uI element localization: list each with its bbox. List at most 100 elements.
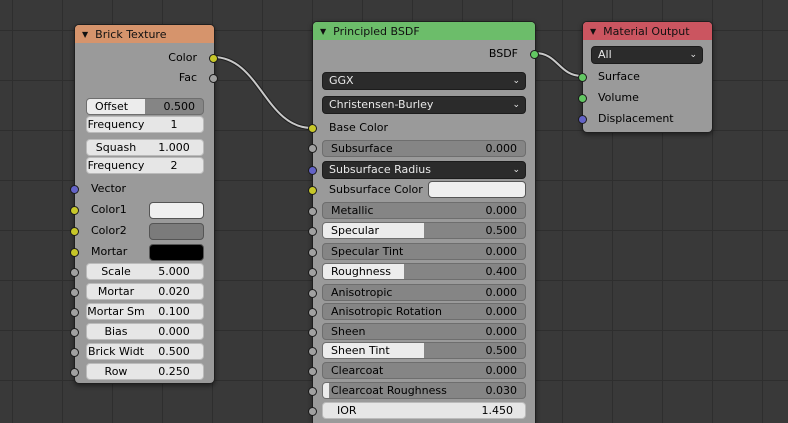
target-dropdown[interactable]: All ⌄: [591, 46, 703, 64]
sheen-tint-slider[interactable]: Sheen Tint 0.500: [322, 342, 526, 359]
collapse-arrow-icon[interactable]: ▼: [320, 27, 326, 36]
scale-value: 5.000: [158, 265, 190, 278]
bias-label: Bias: [104, 325, 128, 338]
chevron-down-icon: ⌄: [512, 100, 520, 110]
anisotropic-rotation-slider[interactable]: Anisotropic Rotation 0.000: [322, 303, 526, 320]
anisotropic-rotation-socket[interactable]: [308, 308, 317, 317]
color1-swatch[interactable]: [149, 202, 204, 219]
subsurface-color-socket[interactable]: [308, 186, 317, 195]
sheen-tint-socket[interactable]: [308, 347, 317, 356]
specular-socket[interactable]: [308, 227, 317, 236]
surface-input-socket[interactable]: [578, 73, 587, 82]
mortar-input-socket[interactable]: [70, 248, 79, 257]
roughness-slider[interactable]: Roughness 0.400: [322, 263, 526, 280]
metallic-slider[interactable]: Metallic 0.000: [322, 202, 526, 219]
bias-socket[interactable]: [70, 328, 79, 337]
subsurface-value: 0.000: [485, 142, 518, 155]
row-height-label: Row Heigh: [104, 365, 128, 378]
material-output-header[interactable]: ▼ Material Output: [583, 22, 712, 40]
frequency-value: 2: [170, 159, 178, 172]
brick-texture-node[interactable]: ▼ Brick Texture Color Fac Offset 0.500 F…: [70, 24, 218, 384]
specular-tint-socket[interactable]: [308, 248, 317, 257]
ior-field[interactable]: IOR 1.450: [322, 402, 526, 419]
specular-tint-slider[interactable]: Specular Tint 0.000: [322, 243, 526, 260]
collapse-arrow-icon[interactable]: ▼: [590, 27, 596, 36]
anisotropic-rotation-label: Anisotropic Rotation: [331, 305, 442, 318]
link-color-to-base-color[interactable]: [212, 55, 313, 130]
output-color-socket[interactable]: [209, 54, 218, 63]
clearcoat-value: 0.000: [485, 364, 518, 377]
clearcoat-socket[interactable]: [308, 367, 317, 376]
row-height-socket[interactable]: [70, 368, 79, 377]
squash-value: 1.000: [158, 141, 190, 154]
ior-socket[interactable]: [308, 407, 317, 416]
squash-field[interactable]: Squash 1.000: [86, 139, 204, 156]
clearcoat-roughness-socket[interactable]: [308, 387, 317, 396]
brick-texture-header[interactable]: ▼ Brick Texture: [75, 25, 214, 43]
material-output-node[interactable]: ▼ Material Output All ⌄ Surface Volume D…: [578, 21, 713, 133]
output-color-label: Color: [168, 51, 197, 64]
mortar-label: Mortar: [91, 245, 128, 258]
mortar-smooth-socket[interactable]: [70, 308, 79, 317]
subsurface-method-dropdown[interactable]: Christensen-Burley ⌄: [322, 96, 526, 114]
metallic-socket[interactable]: [308, 207, 317, 216]
row-height-field[interactable]: Row Heigh 0.250: [86, 363, 204, 380]
base-color-socket[interactable]: [308, 124, 317, 133]
bias-field[interactable]: Bias 0.000: [86, 323, 204, 340]
roughness-value: 0.400: [485, 265, 518, 278]
mortar-swatch[interactable]: [149, 244, 204, 261]
subsurface-socket[interactable]: [308, 144, 317, 153]
mortar-size-socket[interactable]: [70, 288, 79, 297]
specular-slider[interactable]: Specular 0.500: [322, 222, 526, 239]
sheen-slider[interactable]: Sheen 0.000: [322, 323, 526, 340]
clearcoat-slider[interactable]: Clearcoat 0.000: [322, 362, 526, 379]
output-fac-socket[interactable]: [209, 74, 218, 83]
subsurface-color-swatch[interactable]: [428, 181, 526, 198]
surface-label: Surface: [598, 70, 640, 83]
vector-input-socket[interactable]: [70, 185, 79, 194]
scale-socket[interactable]: [70, 268, 79, 277]
displacement-label: Displacement: [598, 112, 674, 125]
mortar-size-field[interactable]: Mortar Size 0.020: [86, 283, 204, 300]
frequency-offset-field[interactable]: Frequency 1: [86, 116, 204, 133]
specular-label: Specular: [331, 224, 380, 237]
brick-width-label: Brick Widt: [87, 345, 145, 358]
offset-slider[interactable]: Offset 0.500: [86, 98, 204, 115]
vector-label: Vector: [91, 182, 127, 195]
subsurface-label: Subsurface: [331, 142, 393, 155]
clearcoat-roughness-fill: [323, 383, 330, 398]
principled-bsdf-header[interactable]: ▼ Principled BSDF: [313, 22, 535, 40]
sheen-socket[interactable]: [308, 328, 317, 337]
scale-field[interactable]: Scale 5.000: [86, 263, 204, 280]
bsdf-output-socket[interactable]: [530, 50, 539, 59]
link-bsdf-to-surface[interactable]: [534, 51, 583, 78]
volume-input-socket[interactable]: [578, 94, 587, 103]
color2-swatch[interactable]: [149, 223, 204, 240]
anisotropic-socket[interactable]: [308, 289, 317, 298]
mortar-smooth-field[interactable]: Mortar Sm 0.100: [86, 303, 204, 320]
principled-bsdf-node[interactable]: ▼ Principled BSDF BSDF GGX ⌄ Christensen…: [308, 21, 539, 423]
frequency-squash-field[interactable]: Frequency 2: [86, 157, 204, 174]
subsurface-radius-socket[interactable]: [308, 166, 317, 175]
mortar-size-label: Mortar Size: [97, 285, 135, 298]
distribution-value: GGX: [329, 74, 354, 87]
color2-label: Color2: [91, 224, 127, 237]
roughness-socket[interactable]: [308, 268, 317, 277]
collapse-arrow-icon[interactable]: ▼: [82, 30, 88, 39]
color1-input-socket[interactable]: [70, 206, 79, 215]
sheen-tint-label: Sheen Tint: [331, 344, 390, 357]
displacement-input-socket[interactable]: [578, 115, 587, 124]
distribution-dropdown[interactable]: GGX ⌄: [322, 72, 526, 90]
clearcoat-roughness-slider[interactable]: Clearcoat Roughness 0.030: [322, 382, 526, 399]
color2-input-socket[interactable]: [70, 227, 79, 236]
node-title: Material Output: [603, 24, 690, 38]
subsurface-slider[interactable]: Subsurface 0.000: [322, 140, 526, 157]
brick-width-field[interactable]: Brick Widt 0.500: [86, 343, 204, 360]
mortar-smooth-label: Mortar Sm: [87, 305, 145, 318]
sheen-value: 0.000: [485, 325, 518, 338]
anisotropic-slider[interactable]: Anisotropic 0.000: [322, 284, 526, 301]
subsurface-method-value: Christensen-Burley: [329, 98, 434, 111]
brick-width-socket[interactable]: [70, 348, 79, 357]
node-title: Brick Texture: [95, 27, 167, 41]
subsurface-radius-dropdown[interactable]: Subsurface Radius ⌄: [322, 161, 526, 179]
